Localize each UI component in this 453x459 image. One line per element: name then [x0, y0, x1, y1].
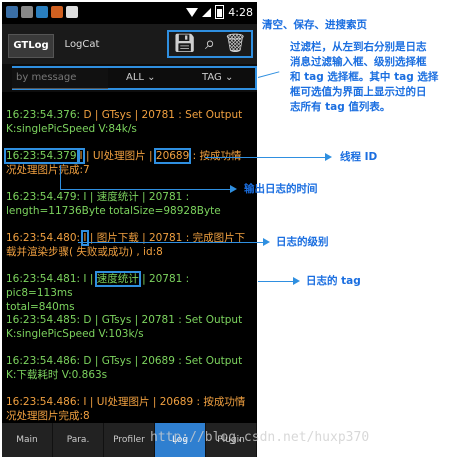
- arrow-line: [257, 71, 280, 78]
- annotation-filter: 过滤栏，从左到右分别是日志 消息过滤输入框、级别选择框 和 tag 选择框。其中…: [290, 40, 450, 115]
- level-select[interactable]: ALL ⌄: [126, 68, 156, 88]
- notification-icon: [66, 6, 78, 18]
- arrow-line: [60, 189, 230, 190]
- arrow-head: [293, 277, 300, 285]
- log-time: 16:23:54.480:: [6, 232, 84, 244]
- log-message-cont: length=11736Byte totalSize=98928Byte: [6, 205, 221, 217]
- arrow-head: [230, 185, 237, 193]
- log-message-cont: K:下载耗时 V:0.863s: [6, 369, 108, 381]
- notification-icon: [51, 6, 63, 18]
- annotation-line: 过滤栏，从左到右分别是日志: [290, 41, 427, 53]
- search-icon[interactable]: ⌕: [205, 35, 215, 53]
- log-time: 16:23:54.379: [4, 148, 79, 164]
- level-value: ALL: [126, 72, 144, 83]
- signal-icon: [202, 7, 212, 17]
- annotation-time: 输出日志的时间: [244, 183, 318, 195]
- log-entry: 16:23:54.486: I | UI处理图片 | 20689 : 按成功情 …: [6, 395, 256, 423]
- annotation-line: 框可选值为界面上显示过的日: [290, 86, 427, 98]
- log-entry: 16:23:54.376: D | GTsys | 20781 : Set Ou…: [6, 109, 243, 135]
- log-entry: 16:23:54.480: I | 图片下载 | 20781 : 完成图片下 载…: [6, 230, 256, 259]
- chevron-down-icon: ⌄: [224, 72, 234, 83]
- log-message-cont: K:singlePicSpeed V:103k/s: [6, 328, 144, 340]
- log-message-cont: K:singlePicSpeed V:84k/s: [6, 123, 137, 135]
- log-level: D: [83, 109, 92, 121]
- log-tag: 速度统计: [94, 271, 141, 287]
- message-filter-input[interactable]: by message: [12, 68, 108, 89]
- log-entry: 16:23:54.481: I | 速度统计 | 20781 : pic8=11…: [6, 271, 256, 314]
- log-time: 16:23:54.376: [6, 109, 77, 121]
- log-entry: 16:23:54.485: D | GTsys | 20781 : Set Ou…: [6, 313, 256, 341]
- watermark: http://blog.csdn.net/huxp370: [150, 430, 370, 445]
- phone-screen: 4:28 GTLog LogCat 💾︎ ⌕ 🗑︎ by message ALL…: [2, 2, 257, 457]
- log-tag: UI处理图片: [92, 150, 146, 162]
- log-message: : 按成功情: [189, 150, 242, 162]
- arrow-line: [60, 165, 61, 189]
- arrow-line: [258, 281, 293, 282]
- arrow-head: [263, 238, 270, 246]
- notification-icon: [21, 6, 33, 18]
- tag-value: TAG: [202, 72, 222, 83]
- chevron-down-icon: ⌄: [147, 72, 156, 83]
- notification-icon: [36, 6, 48, 18]
- tab-main[interactable]: Main: [2, 423, 53, 457]
- arrow-head: [325, 153, 332, 161]
- battery-icon: [215, 5, 225, 19]
- annotation-pid: 线程 ID: [340, 151, 378, 163]
- annotation-line: 消息过滤输入框、级别选择框: [290, 56, 427, 68]
- log-message-cont: 载并渲染步骤( 失败或成功) , id:8: [6, 246, 163, 258]
- log-entry: 16:23:54.379 I | UI处理图片 | 20689 : 按成功情 况处…: [4, 148, 242, 176]
- tab-profiler[interactable]: Profiler: [104, 423, 155, 457]
- log-entry: 16:23:54.486: D | GTsys | 20689 : Set Ou…: [6, 354, 256, 382]
- log-message-cont: 况处理图片完成:7: [6, 164, 90, 176]
- filter-bar: by message ALL ⌄ TAG ⌄: [2, 64, 257, 92]
- tab-gtlog[interactable]: GTLog: [8, 34, 54, 58]
- annotation-toolbar: 清空、保存、进搜索页: [262, 19, 367, 31]
- save-icon[interactable]: 💾︎: [173, 35, 196, 53]
- status-bar: 4:28: [2, 2, 257, 24]
- log-entry: 16:23:54.479: I | 速度统计 | 20781 : length=…: [6, 190, 256, 218]
- notification-icon: [6, 6, 18, 18]
- clock: 4:28: [228, 5, 253, 19]
- tag-select[interactable]: TAG ⌄: [202, 68, 233, 88]
- log-message-cont: total=840ms: [6, 301, 75, 313]
- annotation-line: 志所有 tag 值列表。: [290, 101, 391, 113]
- annotation-line: 和 tag 选择框。其中 tag 选择: [290, 71, 439, 83]
- annotation-level: 日志的级别: [276, 236, 329, 248]
- wifi-icon: [186, 7, 199, 17]
- log-message: 16:23:54.485: D | GTsys | 20781 : Set Ou…: [6, 314, 243, 326]
- toolbar-actions: 💾︎ ⌕ 🗑︎: [167, 30, 253, 58]
- arrow-line: [205, 157, 325, 158]
- log-message: 16:23:54.486: D | GTsys | 20689 : Set Ou…: [6, 355, 243, 367]
- notification-icons: [6, 6, 78, 18]
- arrow-line: [78, 242, 263, 243]
- log-pid: 20689: [153, 148, 192, 164]
- tab-para[interactable]: Para.: [53, 423, 104, 457]
- trash-icon[interactable]: 🗑︎: [224, 35, 247, 53]
- log-message: | GTsys | 20781 : Set Output: [91, 109, 243, 121]
- tab-logcat[interactable]: LogCat: [58, 34, 106, 56]
- log-message-cont: 况处理图片完成:8: [6, 410, 90, 422]
- annotation-tag: 日志的 tag: [306, 275, 361, 287]
- toolbar: GTLog LogCat 💾︎ ⌕ 🗑︎: [2, 24, 257, 64]
- log-message: 16:23:54.479: I | 速度统计 | 20781 :: [6, 191, 190, 203]
- log-time: 16:23:54.481: I |: [6, 273, 97, 285]
- log-message: 16:23:54.486: I | UI处理图片 | 20689 : 按成功情: [6, 396, 246, 408]
